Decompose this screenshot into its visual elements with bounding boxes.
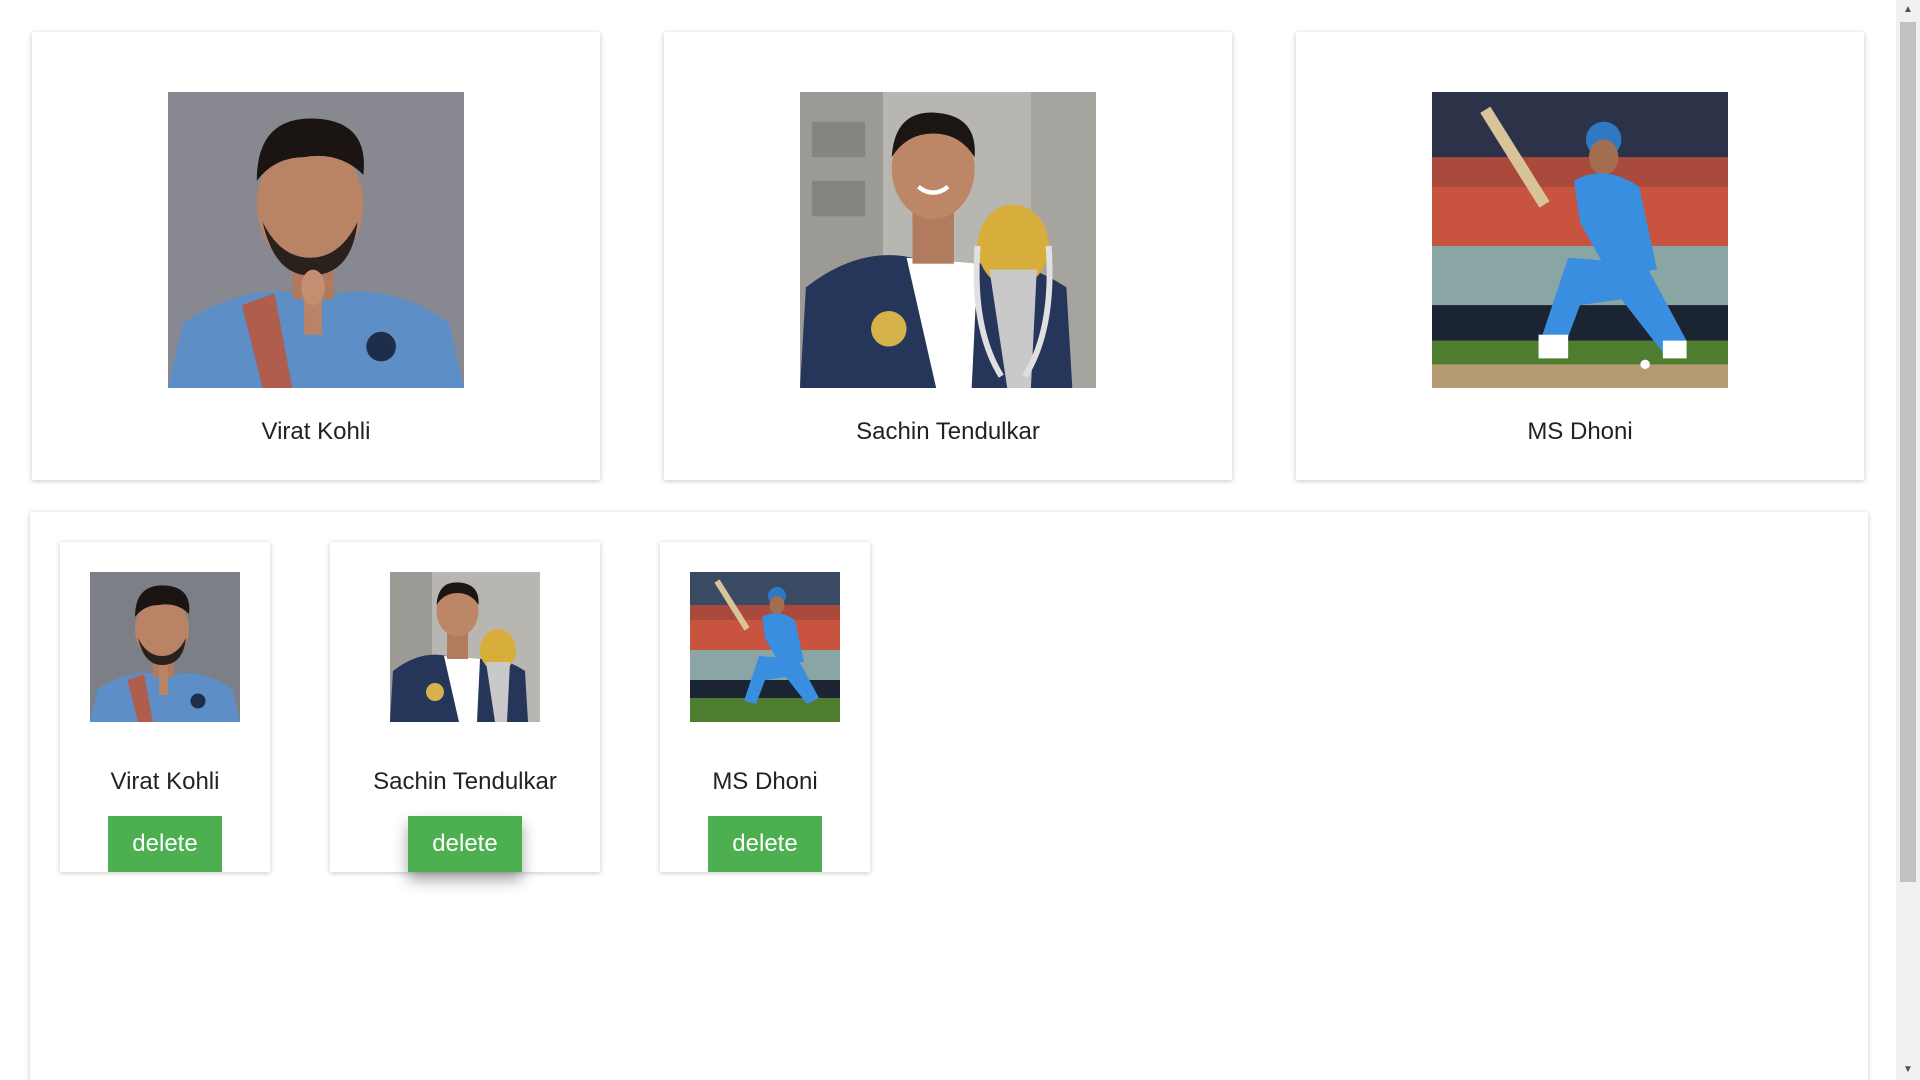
- player-name: MS Dhoni: [1527, 418, 1633, 445]
- delete-button[interactable]: delete: [408, 816, 522, 872]
- player-photo-ms-dhoni: [1432, 92, 1728, 388]
- player-grid: Virat Kohli Sachin Tendulkar MS Dhoni: [32, 32, 1864, 480]
- player-name: Sachin Tendulkar: [856, 418, 1040, 445]
- scroll-up-arrow-icon[interactable]: ▲: [1896, 0, 1920, 20]
- player-card-virat-kohli[interactable]: Virat Kohli: [32, 32, 600, 480]
- selected-photo-ms-dhoni: [690, 572, 840, 722]
- scroll-down-arrow-icon[interactable]: ▼: [1896, 1060, 1920, 1080]
- player-name: Virat Kohli: [261, 418, 371, 445]
- selected-player-name: Virat Kohli: [110, 768, 220, 795]
- vertical-scrollbar[interactable]: ▲ ▼: [1896, 0, 1920, 1080]
- selected-photo-virat-kohli: [90, 572, 240, 722]
- selected-player-name: MS Dhoni: [712, 768, 818, 795]
- delete-button[interactable]: delete: [708, 816, 822, 872]
- selected-card-virat-kohli: Virat Kohli delete: [60, 542, 270, 872]
- page: Virat Kohli Sachin Tendulkar MS Dhoni Vi…: [0, 0, 1920, 1080]
- player-photo-sachin-tendulkar: [800, 92, 1096, 388]
- selected-card-ms-dhoni: MS Dhoni delete: [660, 542, 870, 872]
- selected-player-name: Sachin Tendulkar: [373, 768, 557, 795]
- player-card-ms-dhoni[interactable]: MS Dhoni: [1296, 32, 1864, 480]
- player-card-sachin-tendulkar[interactable]: Sachin Tendulkar: [664, 32, 1232, 480]
- delete-button[interactable]: delete: [108, 816, 222, 872]
- selected-players-panel: Virat Kohli delete Sachin Tendulkar dele…: [30, 512, 1868, 1080]
- selected-card-sachin-tendulkar: Sachin Tendulkar delete: [330, 542, 600, 872]
- selected-photo-sachin-tendulkar: [390, 572, 540, 722]
- scroll-thumb[interactable]: [1900, 22, 1916, 882]
- player-photo-virat-kohli: [168, 92, 464, 388]
